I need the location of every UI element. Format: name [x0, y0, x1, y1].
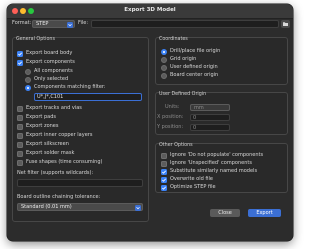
export-pads-label: Export pads [26, 114, 56, 120]
export-board-body-label: Export board body [26, 50, 73, 56]
export-components-checkbox[interactable] [17, 60, 23, 66]
net-filter-input[interactable] [17, 179, 143, 187]
ignore-dnp-label: Ignore 'Do not populate' components [170, 152, 264, 158]
substitute-models-label: Substitute similarly named models [170, 168, 258, 174]
check-icon [18, 52, 22, 56]
export-solder-mask-checkbox[interactable] [17, 151, 23, 157]
check-icon [162, 186, 166, 190]
drill-origin-radio[interactable] [161, 49, 167, 55]
units-value: mm [194, 105, 204, 111]
export-tracks-checkbox[interactable] [17, 106, 23, 112]
check-icon [162, 178, 166, 182]
only-selected-radio[interactable] [25, 77, 31, 83]
optimize-step-label: Optimize STEP file [170, 184, 216, 190]
board-center-label: Board center origin [170, 72, 219, 78]
format-label: Format: [12, 20, 32, 26]
coordinates-header: Coordinates [159, 37, 188, 42]
export-components-label: Export components [26, 59, 75, 65]
user-defined-origin-header: User Defined Origin [159, 92, 207, 97]
all-components-radio[interactable] [25, 69, 31, 75]
export-inner-copper-label: Export inner copper layers [26, 132, 93, 138]
export-3d-model-dialog: Export 3D Model Format: STEP File: Gener… [7, 4, 293, 241]
chaining-tolerance-select[interactable]: Standard (0.01 mm) [17, 203, 143, 211]
units-label: Units: [165, 104, 180, 110]
chaining-tolerance-label: Board outline chaining tolerance: [17, 194, 101, 200]
export-solder-mask-label: Export solder mask [26, 150, 75, 156]
title-bar: Export 3D Model [7, 4, 293, 19]
grid-origin-radio[interactable] [161, 57, 167, 63]
overwrite-label: Overwrite old file [170, 176, 214, 182]
ignore-unspecified-checkbox[interactable] [161, 161, 167, 167]
overwrite-checkbox[interactable] [161, 177, 167, 183]
window-title: Export 3D Model [124, 7, 176, 13]
ignore-unspecified-label: Ignore 'Unspecified' components [170, 160, 252, 166]
export-button[interactable]: Export [248, 209, 281, 217]
format-value: STEP [36, 21, 49, 27]
substitute-models-checkbox[interactable] [161, 169, 167, 175]
fuse-shapes-checkbox[interactable] [17, 160, 23, 166]
browse-folder-button[interactable] [281, 20, 290, 28]
optimize-step-checkbox[interactable] [161, 185, 167, 191]
export-inner-copper-checkbox[interactable] [17, 133, 23, 139]
check-icon [162, 170, 166, 174]
user-origin-radio[interactable] [161, 65, 167, 71]
component-filter-input[interactable]: U*,J*,C101 [34, 93, 142, 101]
format-select[interactable]: STEP [32, 20, 75, 28]
board-center-radio[interactable] [161, 73, 167, 79]
all-components-label: All components [34, 68, 73, 74]
export-zones-checkbox[interactable] [17, 124, 23, 130]
export-board-body-checkbox[interactable] [17, 51, 23, 57]
y-position-input[interactable]: 0 [190, 124, 230, 131]
folder-icon [283, 22, 288, 26]
close-button[interactable]: Close [210, 209, 240, 217]
user-origin-label: User defined origin [170, 64, 218, 70]
chevron-down-icon [67, 22, 73, 28]
drill-origin-label: Drill/place file origin [170, 48, 221, 54]
chevron-down-icon [135, 205, 141, 211]
export-pads-checkbox[interactable] [17, 115, 23, 121]
grid-origin-label: Grid origin [170, 56, 197, 62]
components-matching-label: Components matching filter: [34, 84, 106, 90]
components-matching-radio[interactable] [25, 85, 31, 91]
export-zones-label: Export zones [26, 123, 59, 129]
x-position-label: X position: [157, 114, 184, 120]
x-position-input[interactable]: 0 [190, 114, 230, 121]
file-path-input[interactable] [91, 20, 279, 28]
check-icon [18, 61, 22, 65]
net-filter-label: Net filter (supports wildcards): [17, 170, 94, 176]
units-select[interactable]: mm [190, 104, 230, 111]
y-position-label: Y position: [157, 124, 184, 130]
general-options-header: General Options [16, 37, 55, 42]
fuse-shapes-label: Fuse shapes (time consuming) [26, 159, 103, 165]
export-tracks-label: Export tracks and vias [26, 105, 82, 111]
ignore-dnp-checkbox[interactable] [161, 153, 167, 159]
only-selected-label: Only selected [34, 76, 69, 82]
export-silkscreen-label: Export silkscreen [26, 141, 69, 147]
chaining-tolerance-value: Standard (0.01 mm) [21, 204, 72, 210]
export-silkscreen-checkbox[interactable] [17, 142, 23, 148]
other-options-header: Other Options [159, 143, 193, 148]
file-label: File: [78, 20, 89, 26]
